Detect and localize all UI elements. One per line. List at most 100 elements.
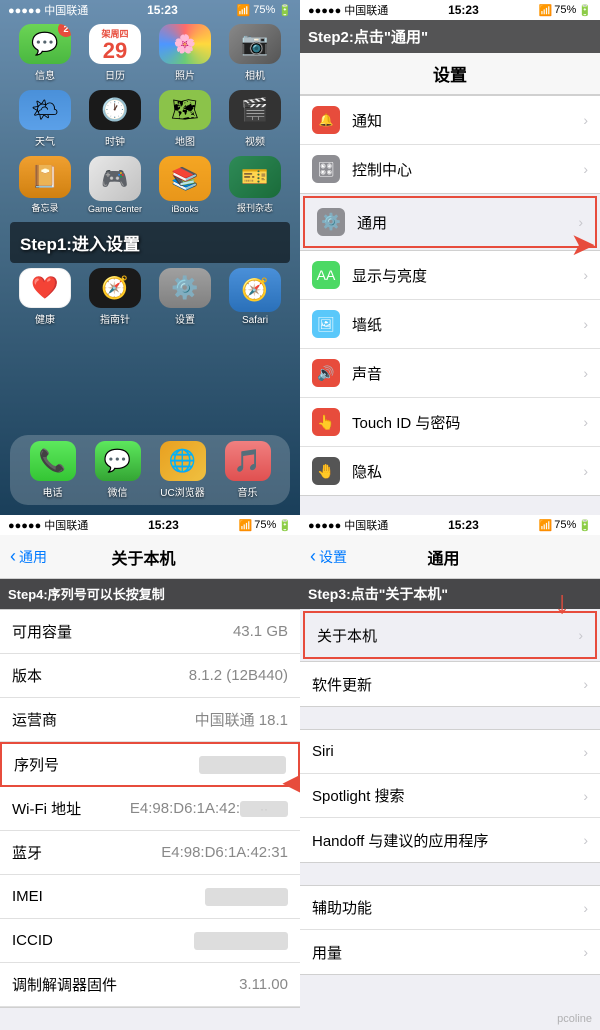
wifi-icon: 📶: [237, 4, 251, 17]
imei-label: IMEI: [12, 888, 205, 905]
settings-item-notif[interactable]: 🔔 通知 ›: [300, 96, 600, 145]
bt-value: E4:98:D6:1A:42:31: [161, 844, 288, 861]
settings-item-wallpaper[interactable]: 🖼 墙纸 ›: [300, 300, 600, 349]
app-camera[interactable]: 📷 相机: [226, 24, 284, 82]
step2-label: Step2:点击"通用": [308, 29, 428, 46]
settings-item-privacy[interactable]: 🤚 隐私 ›: [300, 447, 600, 495]
bl-info-section: 可用容量 43.1 GB 版本 8.1.2 (12B440) 运营商 中国联通 …: [0, 609, 300, 1008]
app-ibooks[interactable]: 📚 iBooks: [156, 156, 214, 214]
music-icon: 🎵: [234, 448, 261, 474]
bl-imei: IMEI: [0, 875, 300, 919]
app-compass[interactable]: 🧭 指南针: [86, 268, 144, 326]
app-passbook-label: 报刊杂志: [237, 201, 273, 214]
dock-uc[interactable]: 🌐 UC浏览器: [157, 441, 209, 499]
settings-item-sound[interactable]: 🔊 声音 ›: [300, 349, 600, 398]
br-status-bar: ●●●●● 中国联通 15:23 📶 75%🔋: [300, 515, 600, 535]
right-phone-top: ●●●●● 中国联通 15:23 📶 75%🔋 Step2:点击"通用" 设置 …: [300, 0, 600, 515]
sound-icon: 🔊: [312, 359, 340, 387]
dock-music-label: 音乐: [238, 484, 258, 499]
photos-icon: 🌸: [174, 34, 196, 55]
app-row-1: 💬 2 信息 架周四 29 日历 🌸: [10, 24, 290, 82]
br-software-update[interactable]: 软件更新 ›: [300, 662, 600, 706]
control-chevron: ›: [583, 161, 588, 177]
app-maps[interactable]: 🗺 地图: [156, 90, 214, 148]
imei-value-blurred: [205, 888, 288, 906]
modem-label: 调制解调器固件: [12, 974, 239, 995]
maps-icon: 🗺: [171, 97, 199, 123]
dock-phone-label: 电话: [43, 484, 63, 499]
br-section-1: 软件更新 ›: [300, 661, 600, 707]
dock-wechat[interactable]: 💬 微信: [92, 441, 144, 499]
about-chevron: ›: [578, 627, 583, 643]
app-game-center[interactable]: 🎮 Game Center: [86, 156, 144, 214]
settings-title: 设置: [433, 66, 467, 85]
br-spotlight[interactable]: Spotlight 搜索 ›: [300, 774, 600, 818]
wallpaper-chevron: ›: [583, 316, 588, 332]
app-misc1[interactable]: 📔 备忘录: [16, 156, 74, 214]
bl-serial-highlighted[interactable]: 序列号: [0, 742, 300, 787]
step1-overlay: Step1:进入设置: [10, 222, 290, 263]
notif-chevron: ›: [583, 112, 588, 128]
dock-phone[interactable]: 📞 电话: [27, 441, 79, 499]
right-time: 15:23: [448, 3, 479, 17]
bl-nav-title: 关于本机: [47, 545, 240, 569]
down-arrow-container: ↓: [554, 584, 570, 621]
settings-item-display[interactable]: AA 显示与亮度 ›: [300, 251, 600, 300]
app-health-label: 健康: [35, 311, 55, 326]
br-siri[interactable]: Siri ›: [300, 730, 600, 774]
bl-capacity: 可用容量 43.1 GB: [0, 610, 300, 654]
bt-label: 蓝牙: [12, 842, 161, 863]
touchid-icon: 👆: [312, 408, 340, 436]
br-about[interactable]: 关于本机 ›: [305, 613, 595, 657]
br-usage[interactable]: 用量 ›: [300, 930, 600, 974]
capacity-label: 可用容量: [12, 621, 233, 642]
bl-bluetooth: 蓝牙 E4:98:D6:1A:42:31: [0, 831, 300, 875]
br-back-button[interactable]: ‹ 设置: [310, 546, 347, 567]
step4-banner: Step4:序列号可以长按复制: [0, 579, 300, 609]
app-safari[interactable]: 🧭 Safari: [226, 268, 284, 326]
serial-value-blurred: [199, 756, 286, 774]
app-health[interactable]: ❤️ 健康: [16, 268, 74, 326]
wechat-icon: 💬: [104, 448, 131, 474]
wifi-blur: ··: [240, 801, 288, 817]
app-videos[interactable]: 🎬 视频: [226, 90, 284, 148]
app-calendar-label: 日历: [105, 67, 125, 82]
br-accessibility[interactable]: 辅助功能 ›: [300, 886, 600, 930]
wifi-value: E4:98:D6:1A:42:··: [130, 800, 288, 817]
app-clock[interactable]: 🕐 时钟: [86, 90, 144, 148]
bl-modem: 调制解调器固件 3.11.00: [0, 963, 300, 1007]
app-safari-label: Safari: [242, 315, 268, 326]
left-status-bar: ●●●●● 中国联通 15:23 📶 75% 🔋: [0, 0, 300, 20]
app-passbook[interactable]: 🎫 报刊杂志: [226, 156, 284, 214]
touchid-chevron: ›: [583, 414, 588, 430]
app-messages-label: 信息: [35, 67, 55, 82]
wallpaper-icon: 🖼: [312, 310, 340, 338]
br-handoff[interactable]: Handoff 与建议的应用程序 ›: [300, 818, 600, 862]
display-label: 显示与亮度: [352, 265, 583, 286]
carrier-label: 运营商: [12, 709, 195, 730]
app-weather[interactable]: 🌤 天气: [16, 90, 74, 148]
app-photos[interactable]: 🌸 照片: [156, 24, 214, 82]
spotlight-chevron: ›: [583, 788, 588, 804]
settings-item-touchid[interactable]: 👆 Touch ID 与密码 ›: [300, 398, 600, 447]
dock-music[interactable]: 🎵 音乐: [222, 441, 274, 499]
bl-back-button[interactable]: ‹ 通用: [10, 546, 47, 567]
app-settings[interactable]: ⚙️ 设置: [156, 268, 214, 326]
br-about-highlighted[interactable]: 关于本机 ›: [303, 611, 597, 659]
settings-general-highlighted[interactable]: ⚙️ 通用 ›: [303, 196, 597, 248]
br-section-2: Siri › Spotlight 搜索 › Handoff 与建议的应用程序 ›: [300, 729, 600, 863]
settings-item-general[interactable]: ⚙️ 通用 ›: [305, 198, 595, 246]
bl-nav-bar: ‹ 通用 关于本机: [0, 535, 300, 579]
br-nav-title: 通用: [347, 545, 540, 569]
br-battery: 📶 75%🔋: [539, 519, 592, 532]
app-messages[interactable]: 💬 2 信息: [16, 24, 74, 82]
uc-icon: 🌐: [169, 448, 196, 474]
app-calendar[interactable]: 架周四 29 日历: [86, 24, 144, 82]
app-row-2: 🌤 天气 🕐 时钟 🗺 地图: [10, 90, 290, 148]
arrow-right-icon: ➤: [572, 229, 595, 260]
app-ibooks-label: iBooks: [171, 204, 198, 214]
clock-icon: 🕐: [101, 97, 128, 123]
step4-label: Step4:序列号可以长按复制: [8, 587, 165, 602]
settings-title-bar: 设置: [300, 53, 600, 95]
settings-item-control[interactable]: 🎛 控制中心 ›: [300, 145, 600, 193]
